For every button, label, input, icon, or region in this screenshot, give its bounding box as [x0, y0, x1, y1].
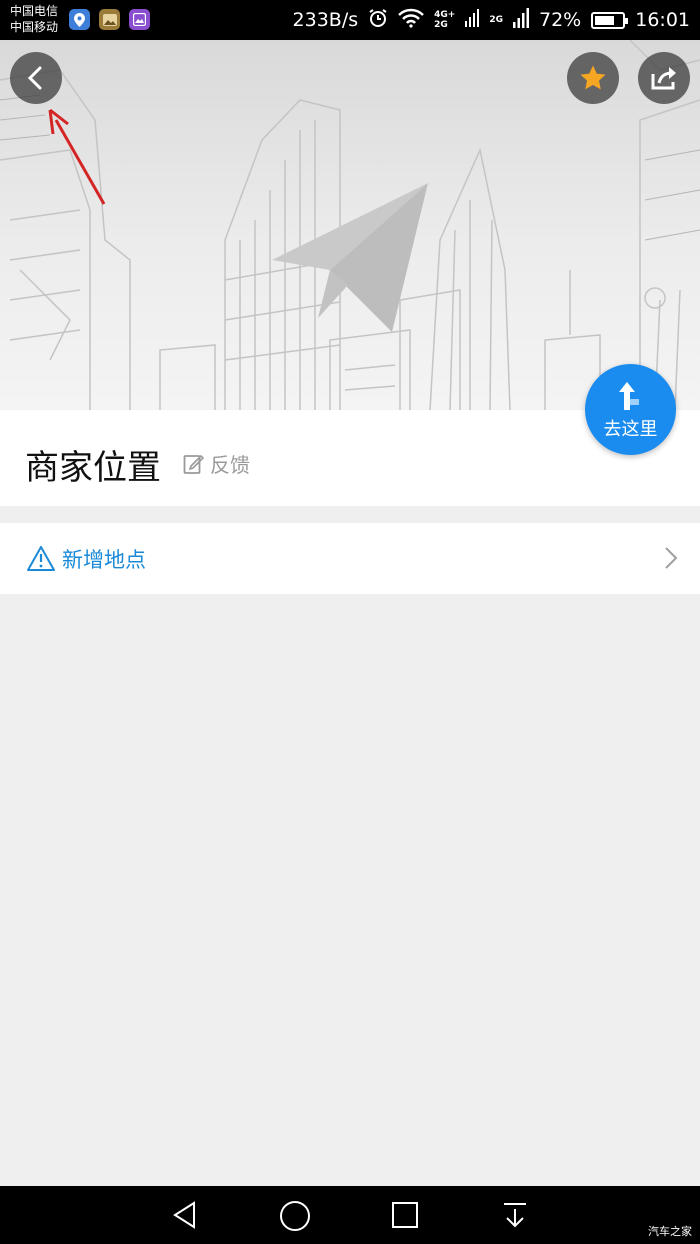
star-icon	[580, 65, 606, 90]
feedback-label: 反馈	[210, 453, 250, 477]
favorite-button[interactable]	[567, 52, 619, 104]
clock: 16:01	[635, 9, 690, 31]
net-tag-1: 4G+	[434, 10, 456, 20]
status-bar: 中国电信 中国移动 233B/s 4G+ 2G 2G 72% 16:01	[0, 0, 700, 40]
battery-percent: 72%	[539, 9, 582, 31]
net-speed: 233B/s	[292, 9, 359, 31]
net-tag-2: 2G	[434, 20, 448, 30]
home-circle-icon[interactable]	[279, 1200, 311, 1232]
carrier-2: 中国移动	[10, 20, 59, 34]
network-type-2: 2G	[489, 15, 503, 25]
net-tag-3: 2G	[489, 15, 503, 25]
go-here-button[interactable]: 去这里	[585, 364, 676, 455]
signal-icon-2	[513, 7, 529, 33]
feedback-button[interactable]: 反馈	[183, 449, 250, 478]
network-type: 4G+ 2G	[434, 10, 455, 30]
notification-pull-down-icon[interactable]	[502, 1200, 528, 1230]
warning-icon	[27, 546, 55, 571]
turn-arrow-icon	[618, 381, 639, 410]
signal-icon-1	[465, 8, 480, 32]
map-app-icon	[69, 9, 90, 30]
back-button[interactable]	[10, 52, 62, 104]
page-title: 商家位置	[25, 448, 161, 488]
go-here-label: 去这里	[603, 418, 658, 440]
system-navigation-bar: 汽车之家	[0, 1186, 700, 1244]
battery-icon	[591, 11, 629, 29]
add-location-label: 新增地点	[62, 547, 146, 572]
back-triangle-icon[interactable]	[170, 1200, 200, 1230]
alarm-icon	[368, 8, 388, 33]
photo-app-icon	[99, 9, 120, 30]
wifi-icon	[398, 8, 425, 33]
chevron-left-icon	[27, 66, 42, 90]
battery-fill	[595, 15, 615, 25]
carrier-1: 中国电信	[10, 4, 59, 18]
edit-icon	[183, 454, 205, 474]
watermark: 汽车之家	[648, 1225, 692, 1238]
share-icon	[651, 67, 676, 90]
recent-apps-icon[interactable]	[391, 1200, 419, 1230]
add-location-row[interactable]: 新增地点	[0, 523, 700, 594]
header-illustration	[0, 40, 700, 410]
gallery-app-icon	[129, 9, 150, 30]
notification-icons	[69, 9, 150, 30]
share-button[interactable]	[638, 52, 690, 104]
carrier-names: 中国电信 中国移动	[10, 3, 58, 35]
chevron-right-icon	[665, 547, 678, 569]
